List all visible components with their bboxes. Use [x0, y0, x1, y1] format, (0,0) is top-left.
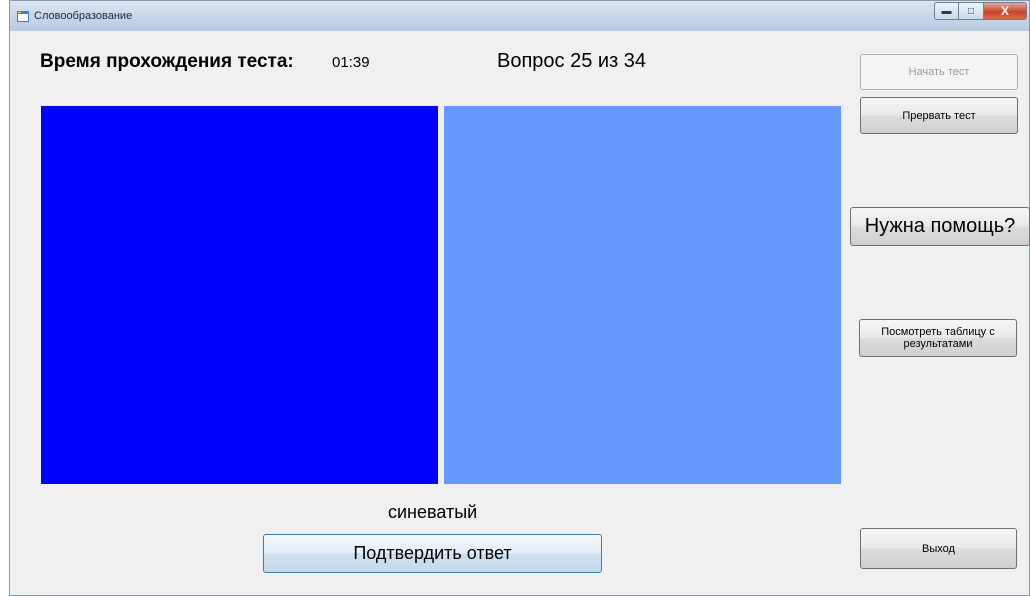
start-test-button[interactable]: Начать тест: [860, 54, 1018, 90]
maximize-icon: □: [967, 5, 975, 17]
caption-buttons: ▬ □ X: [934, 2, 1027, 20]
minimize-button[interactable]: ▬: [934, 2, 959, 20]
confirm-answer-button[interactable]: Подтвердить ответ: [263, 534, 602, 573]
app-window: Словообразование ▬ □ X Время прохождения…: [9, 0, 1030, 596]
app-window-icon: [17, 11, 29, 22]
maximize-button[interactable]: □: [959, 2, 984, 20]
client-area: Время прохождения теста: 01:39 Вопрос 25…: [10, 31, 1030, 595]
window-title: Словообразование: [34, 10, 133, 22]
timer-label: Время прохождения теста:: [40, 51, 294, 72]
color-swatch-left: [41, 106, 438, 484]
title-bar[interactable]: Словообразование ▬ □ X: [10, 1, 1029, 31]
close-icon: X: [1000, 4, 1009, 18]
help-button[interactable]: Нужна помощь?: [850, 207, 1030, 246]
results-table-button[interactable]: Посмотреть таблицу с результатами: [859, 319, 1017, 357]
minimize-icon: ▬: [941, 5, 952, 17]
word-label: синеватый: [388, 502, 478, 522]
question-counter: Вопрос 25 из 34: [497, 50, 647, 72]
exit-button[interactable]: Выход: [860, 528, 1017, 569]
color-swatch-right: [444, 106, 841, 484]
timer-value: 01:39: [332, 54, 370, 71]
close-button[interactable]: X: [984, 2, 1027, 20]
abort-test-button[interactable]: Прервать тест: [860, 97, 1018, 134]
